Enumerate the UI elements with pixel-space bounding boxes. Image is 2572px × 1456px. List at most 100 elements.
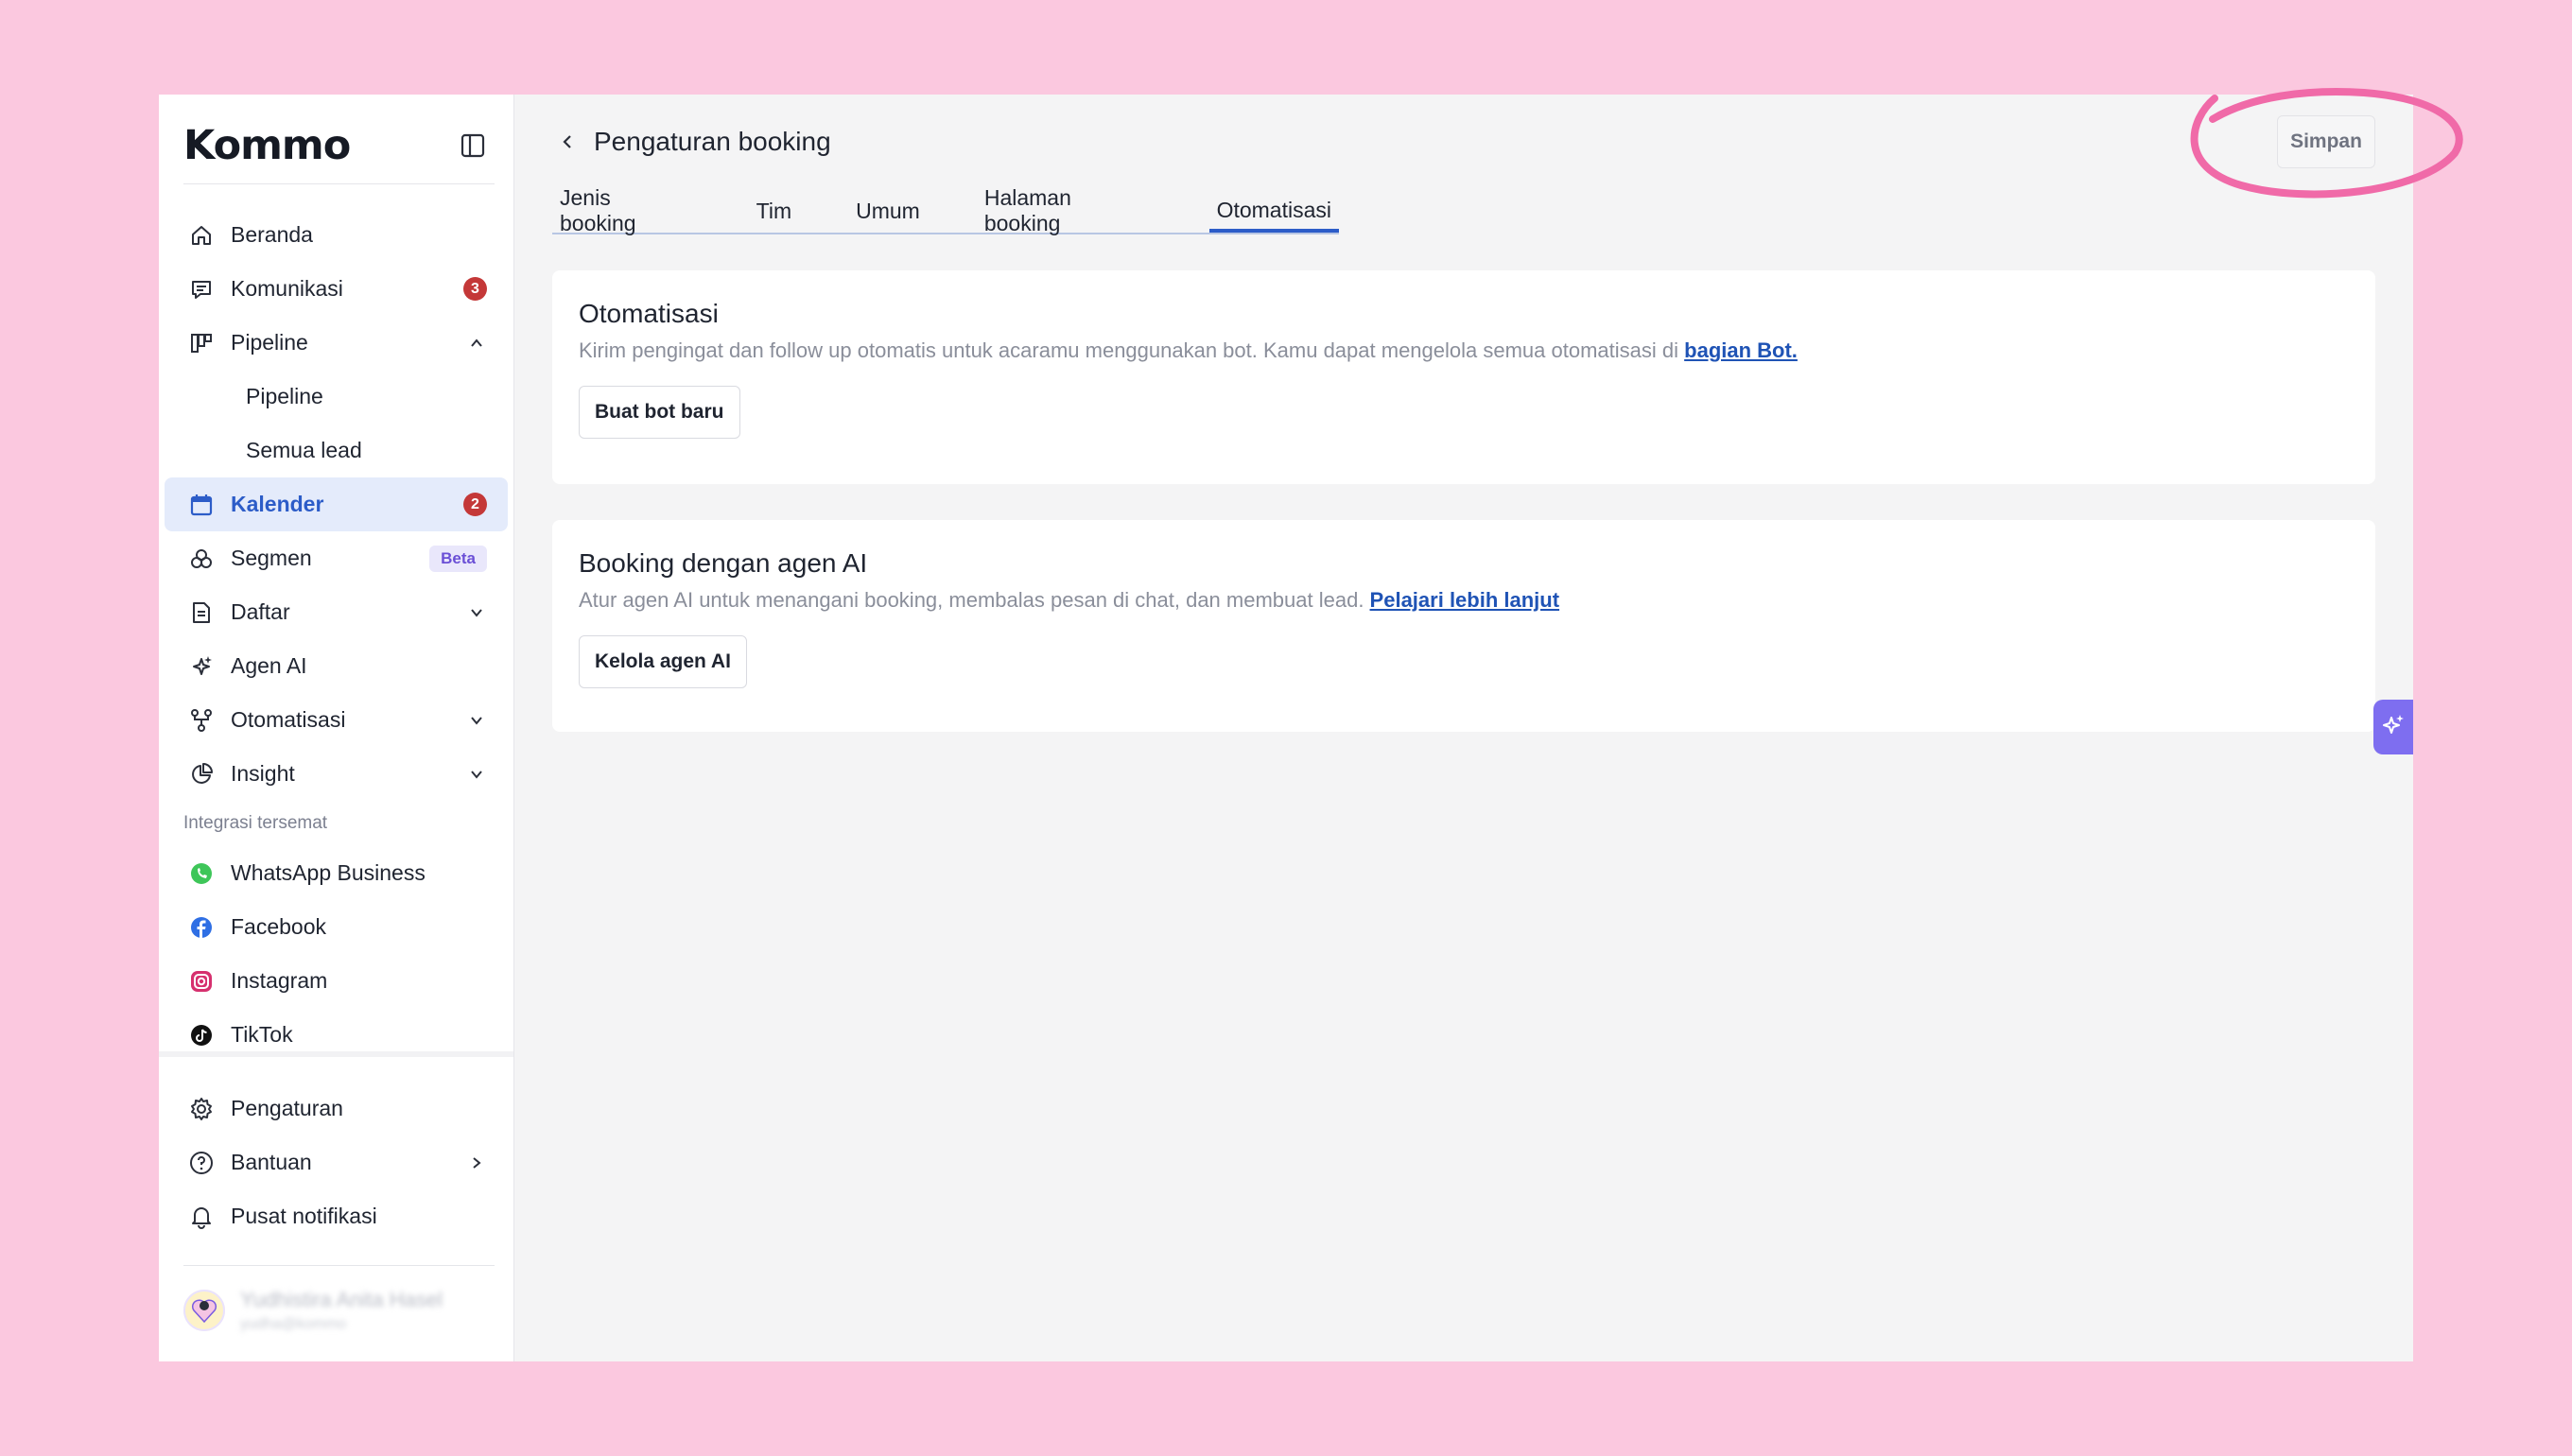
divider: [183, 1265, 495, 1266]
sidebar-item-label: Kalender: [231, 492, 324, 516]
chevron-down-icon[interactable]: [466, 710, 487, 731]
sidebar-toggle-icon[interactable]: [459, 131, 487, 160]
beta-badge: Beta: [429, 545, 487, 572]
sidebar-item-label: Pusat notifikasi: [231, 1204, 377, 1228]
create-bot-button[interactable]: Buat bot baru: [579, 386, 740, 439]
calendar-icon: [187, 491, 216, 519]
sidebar-item-label: Komunikasi: [231, 276, 343, 301]
sidebar-item-facebook[interactable]: Facebook: [165, 900, 508, 954]
tab-jenis-booking[interactable]: Jenis booking: [552, 185, 700, 235]
tab-umum[interactable]: Umum: [848, 189, 928, 233]
tiktok-icon: [187, 1021, 216, 1049]
whatsapp-icon: [187, 859, 216, 888]
tab-halaman-booking[interactable]: Halaman booking: [977, 185, 1160, 235]
user-subtitle: yudha@kommo: [240, 1316, 347, 1332]
pinned-integrations-label: Integrasi tersemat: [183, 813, 328, 833]
pipeline-icon: [187, 329, 216, 357]
sidebar-item-label: Segmen: [231, 546, 312, 570]
app-window: Kommo Beranda Komunikasi 3 Pipeline Pipe…: [159, 95, 2413, 1361]
sidebar-item-beranda[interactable]: Beranda: [165, 208, 508, 262]
chevron-up-icon[interactable]: [466, 333, 487, 354]
sidebar-item-label: Bantuan: [231, 1150, 312, 1174]
chevron-down-icon[interactable]: [466, 602, 487, 623]
main-content: Pengaturan booking Simpan Jenis booking …: [514, 95, 2413, 1361]
back-arrow-icon[interactable]: [552, 127, 582, 157]
tab-bar: Jenis booking Tim Umum Halaman booking O…: [552, 185, 1339, 235]
sidebar-item-label: Facebook: [231, 914, 327, 939]
card-description-text: Kirim pengingat dan follow up otomatis u…: [579, 338, 1685, 362]
unread-count-badge: 3: [463, 277, 487, 301]
card-description-text: Atur agen AI untuk menangani booking, me…: [579, 588, 1370, 612]
pie-icon: [187, 760, 216, 789]
calendar-count-badge: 2: [463, 493, 487, 516]
sidebar-item-label: TikTok: [231, 1022, 293, 1047]
logo-row: Kommo: [183, 121, 495, 170]
sidebar-item-komunikasi[interactable]: Komunikasi 3: [165, 262, 508, 316]
sidebar-subitem-semua-lead[interactable]: Semua lead: [165, 424, 508, 477]
divider: [159, 1051, 513, 1057]
sidebar-item-pengaturan[interactable]: Pengaturan: [165, 1082, 508, 1135]
instagram-icon: [187, 967, 216, 996]
page-title: Pengaturan booking: [594, 127, 831, 156]
sidebar-item-label: Pengaturan: [231, 1096, 343, 1120]
page-header: Pengaturan booking Simpan: [552, 115, 2375, 168]
user-info: Yudhistira Anita Hasel yudha@kommo: [225, 1288, 443, 1333]
help-icon: [187, 1149, 216, 1177]
sparkle-icon: [187, 652, 216, 681]
sidebar-item-segmen[interactable]: Segmen Beta: [165, 531, 508, 585]
sidebar-item-pipeline[interactable]: Pipeline: [165, 316, 508, 370]
sidebar-item-whatsapp[interactable]: WhatsApp Business: [165, 846, 508, 900]
sidebar-item-label: Pipeline: [246, 384, 323, 408]
bottom-nav: Pengaturan Bantuan Pusat notifikasi: [165, 1082, 508, 1243]
kommo-logo[interactable]: Kommo: [183, 122, 351, 169]
list-icon: [187, 598, 216, 627]
sidebar-item-label: Agen AI: [231, 653, 307, 678]
ai-booking-card: Booking dengan agen AI Atur agen AI untu…: [552, 520, 2375, 732]
segment-icon: [187, 545, 216, 573]
gear-icon: [187, 1095, 216, 1123]
user-profile[interactable]: Yudhistira Anita Hasel yudha@kommo: [183, 1288, 443, 1333]
sidebar-item-notifikasi[interactable]: Pusat notifikasi: [165, 1189, 508, 1243]
chat-icon: [187, 275, 216, 303]
tab-otomatisasi[interactable]: Otomatisasi: [1208, 189, 1339, 233]
automation-icon: [187, 706, 216, 735]
sidebar-item-agen-ai[interactable]: Agen AI: [165, 639, 508, 693]
sidebar-item-label: Pipeline: [231, 330, 308, 355]
user-name: Yudhistira Anita Hasel: [240, 1288, 443, 1311]
sidebar-item-label: WhatsApp Business: [231, 860, 426, 885]
card-description: Atur agen AI untuk menangani booking, me…: [579, 588, 2349, 613]
card-title: Booking dengan agen AI: [579, 548, 868, 578]
card-description: Kirim pengingat dan follow up otomatis u…: [579, 338, 2349, 363]
learn-more-link[interactable]: Pelajari lebih lanjut: [1370, 588, 1560, 612]
sidebar-item-label: Semua lead: [246, 438, 362, 462]
automation-card: Otomatisasi Kirim pengingat dan follow u…: [552, 270, 2375, 484]
annotation-circle: [2190, 88, 2463, 199]
sidebar-item-daftar[interactable]: Daftar: [165, 585, 508, 639]
sidebar-item-label: Insight: [231, 761, 295, 786]
home-icon: [187, 221, 216, 250]
sparkle-icon: [2380, 712, 2407, 743]
sidebar-item-label: Daftar: [231, 599, 290, 624]
facebook-icon: [187, 913, 216, 942]
manage-ai-agent-button[interactable]: Kelola agen AI: [579, 635, 747, 688]
bell-icon: [187, 1203, 216, 1231]
sidebar-item-kalender[interactable]: Kalender 2: [165, 477, 508, 531]
divider: [183, 183, 495, 184]
bot-section-link[interactable]: bagian Bot.: [1684, 338, 1798, 362]
sidebar-subitem-pipeline[interactable]: Pipeline: [165, 370, 508, 424]
sidebar-item-label: Otomatisasi: [231, 707, 346, 732]
tab-tim[interactable]: Tim: [749, 189, 799, 233]
ai-assistant-button[interactable]: [2373, 700, 2413, 754]
sidebar-item-otomatisasi[interactable]: Otomatisasi: [165, 693, 508, 747]
avatar: [183, 1290, 225, 1331]
card-title: Otomatisasi: [579, 299, 719, 328]
chevron-down-icon[interactable]: [466, 764, 487, 785]
main-nav: Beranda Komunikasi 3 Pipeline Pipeline S…: [165, 208, 508, 1062]
sidebar-item-label: Beranda: [231, 222, 313, 247]
sidebar-item-instagram[interactable]: Instagram: [165, 954, 508, 1008]
sidebar-item-label: Instagram: [231, 968, 328, 993]
chevron-right-icon[interactable]: [466, 1153, 487, 1173]
sidebar-item-bantuan[interactable]: Bantuan: [165, 1135, 508, 1189]
sidebar-item-insight[interactable]: Insight: [165, 747, 508, 801]
sidebar: Kommo Beranda Komunikasi 3 Pipeline Pipe…: [159, 95, 514, 1361]
